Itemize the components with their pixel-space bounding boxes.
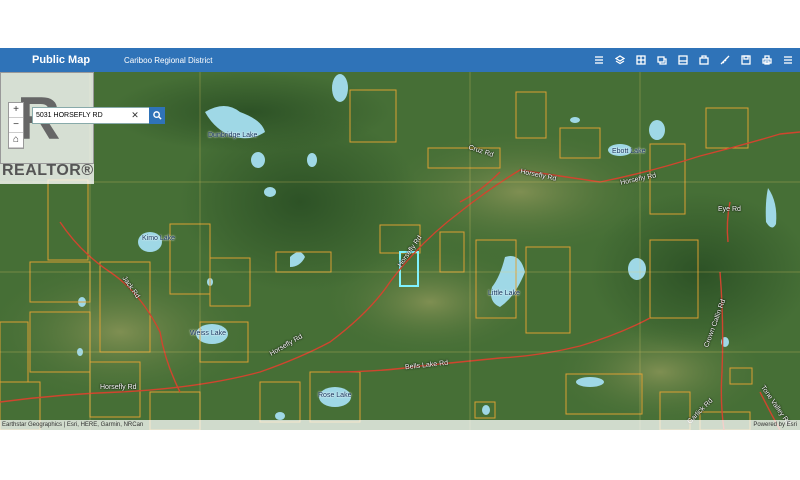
search-input[interactable]	[33, 112, 129, 119]
clear-search-icon[interactable]: ✕	[129, 110, 141, 121]
search-icon	[152, 111, 162, 120]
save-icon[interactable]	[740, 54, 752, 66]
satellite-basemap	[0, 72, 800, 430]
app-header: Public Map Cariboo Regional District	[0, 48, 800, 72]
lake-label: Ebott Lake	[612, 148, 646, 155]
zoom-controls: + − ⌂	[8, 102, 24, 149]
zoom-out-button[interactable]: −	[9, 118, 23, 133]
attribution-text: Earthstar Geographics | Esri, HERE, Garm…	[2, 422, 144, 428]
map-attribution: Earthstar Geographics | Esri, HERE, Garm…	[0, 420, 800, 430]
road-label: Eye Rd	[718, 206, 741, 213]
road-label: Horsefly Rd	[100, 384, 137, 391]
search-button[interactable]	[149, 107, 165, 124]
basemap-icon[interactable]	[635, 54, 647, 66]
measure-icon[interactable]	[719, 54, 731, 66]
lake-label: Rose Lake	[318, 392, 352, 399]
search-box: ✕	[32, 107, 150, 124]
list-icon[interactable]	[593, 54, 605, 66]
print-map-icon[interactable]	[677, 54, 689, 66]
toolbar	[593, 48, 794, 72]
map-view[interactable]: R REALTOR® + − ⌂ ✕ Dunbridge Lake Ebott …	[0, 72, 800, 430]
powered-by-esri[interactable]: Powered by Esri	[753, 420, 797, 430]
lake-label: Weiss Lake	[190, 330, 227, 337]
bookmark-icon[interactable]	[656, 54, 668, 66]
layers-icon[interactable]	[614, 54, 626, 66]
realtor-text: REALTOR®	[2, 162, 94, 179]
zoom-in-button[interactable]: +	[9, 103, 23, 118]
home-button[interactable]: ⌂	[9, 133, 23, 148]
lake-label: Dunbridge Lake	[208, 132, 258, 139]
more-icon[interactable]	[782, 54, 794, 66]
app-title: Public Map	[32, 54, 91, 66]
district-name: Cariboo Regional District	[124, 55, 213, 65]
select-icon[interactable]	[698, 54, 710, 66]
lake-label: Little Lake	[488, 290, 520, 297]
map-application: Public Map Cariboo Regional District REA…	[0, 48, 800, 430]
print-icon[interactable]	[761, 54, 773, 66]
lake-label: Kimo Lake	[142, 235, 176, 242]
